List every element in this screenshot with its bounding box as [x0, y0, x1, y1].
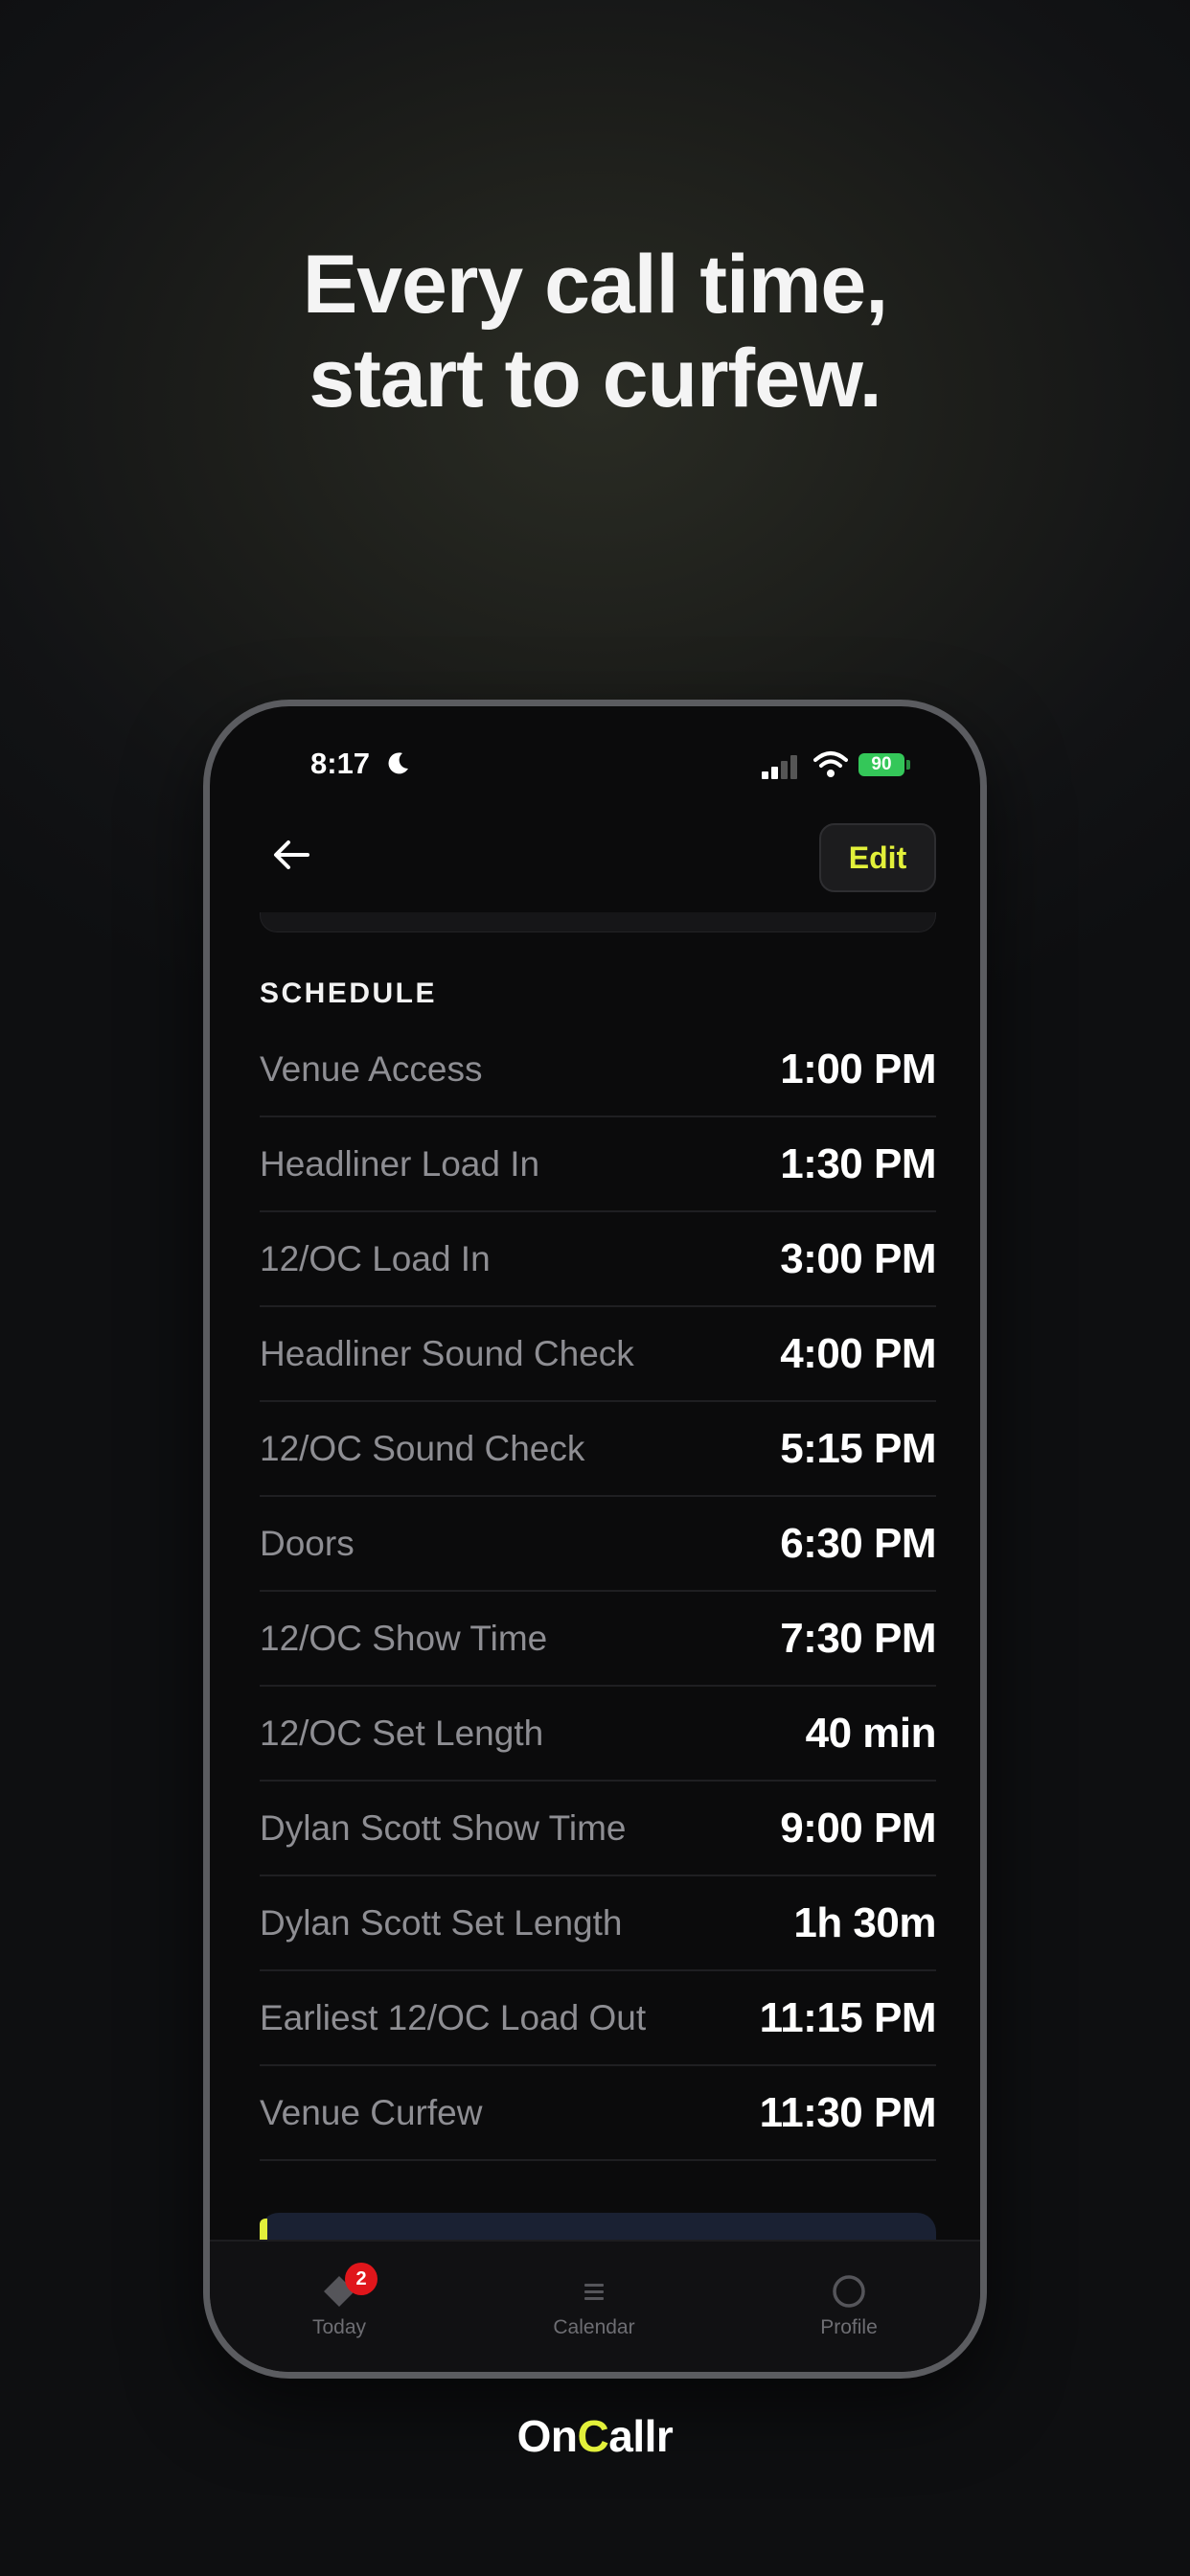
schedule-row: 12/OC Load In 3:00 PM — [260, 1212, 936, 1307]
brand-part-1: On — [516, 2411, 578, 2461]
schedule-row: 12/OC Show Time 7:30 PM — [260, 1592, 936, 1687]
schedule-row: 12/OC Sound Check 5:15 PM — [260, 1402, 936, 1497]
schedule-row: Headliner Sound Check 4:00 PM — [260, 1307, 936, 1402]
tab-profile[interactable]: Profile — [772, 2270, 926, 2339]
schedule-row-time: 11:15 PM — [759, 1993, 937, 2041]
schedule-row-label: Earliest 12/OC Load Out — [260, 1997, 647, 2037]
status-time: 8:17 — [310, 747, 371, 780]
edit-button[interactable]: Edit — [819, 823, 936, 892]
schedule-row-label: Venue Curfew — [260, 2092, 483, 2132]
notification-badge: 2 — [345, 2263, 378, 2295]
schedule-row: 12/OC Set Length 40 min — [260, 1687, 937, 1782]
headline: Every call time, start to curfew. — [0, 238, 1190, 426]
brand-part-3: allr — [608, 2411, 674, 2461]
schedule-row-label: Dylan Scott Set Length — [260, 1902, 623, 1943]
battery-indicator: 90 — [858, 753, 904, 776]
schedule-row: Headliner Load In 1:30 PM — [260, 1117, 936, 1212]
schedule-row-time: 3:00 PM — [780, 1234, 936, 1282]
schedule-row-time: 40 min — [805, 1709, 937, 1757]
tab-bar: 2 Today Calendar Profile — [210, 2240, 980, 2372]
list-icon — [584, 2284, 604, 2300]
schedule-row-time: 1:30 PM — [780, 1139, 936, 1187]
schedule-row-label: Dylan Scott Show Time — [260, 1807, 627, 1848]
schedule-row-time: 6:30 PM — [780, 1519, 936, 1567]
brand-logo: OnCallr — [0, 2410, 1190, 2462]
brand-part-2: C — [577, 2411, 609, 2461]
schedule-row-time: 1h 30m — [793, 1898, 936, 1946]
section-title-schedule: SCHEDULE — [260, 978, 438, 1009]
schedule-row: Venue Curfew 11:30 PM — [260, 2066, 937, 2161]
schedule-row: Dylan Scott Set Length 1h 30m — [260, 1876, 936, 1971]
tab-label-today: Today — [311, 2316, 367, 2338]
schedule-row-time: 11:30 PM — [759, 2088, 937, 2136]
schedule-row-time: 5:15 PM — [780, 1424, 936, 1472]
schedule-row-label: Venue Access — [260, 1048, 483, 1089]
tab-label-profile: Profile — [820, 2316, 878, 2338]
schedule-row-time: 9:00 PM — [780, 1804, 936, 1852]
schedule-row-label: Headliner Sound Check — [260, 1333, 634, 1373]
tab-label-calendar: Calendar — [553, 2316, 635, 2338]
back-arrow-icon[interactable] — [267, 831, 315, 879]
nav-bar: Edit — [210, 812, 980, 898]
schedule-row-time: 4:00 PM — [780, 1329, 936, 1377]
schedule-row-label: Headliner Load In — [260, 1143, 540, 1184]
moon-icon — [388, 752, 408, 774]
tab-calendar-icon-wrap — [517, 2270, 671, 2312]
tab-profile-icon-wrap — [772, 2270, 926, 2312]
wifi-icon — [813, 751, 848, 777]
headline-line-1: Every call time, — [302, 239, 888, 331]
tab-today-icon-wrap: 2 — [263, 2263, 416, 2312]
schedule-row-label: 12/OC Show Time — [260, 1618, 548, 1658]
battery-nub — [906, 760, 910, 770]
info-card-bottom — [260, 912, 936, 932]
schedule-row-label: 12/OC Sound Check — [260, 1428, 585, 1468]
schedule-row-label: Doors — [260, 1523, 355, 1563]
status-bar: 8:17 90 — [210, 706, 980, 802]
phone-frame: 8:17 90 Edit SCHEDULE Venue Access 1:00 … — [203, 700, 987, 2379]
signal-icon — [762, 754, 800, 779]
schedule-row-label: 12/OC Load In — [260, 1238, 491, 1278]
schedule-row: Dylan Scott Show Time 9:00 PM — [260, 1782, 936, 1876]
headline-line-2: start to curfew. — [309, 333, 881, 425]
schedule-list: Venue Access 1:00 PM Headliner Load In 1… — [260, 1023, 937, 2161]
schedule-row-label: 12/OC Set Length — [260, 1713, 544, 1753]
schedule-row: Doors 6:30 PM — [260, 1497, 936, 1592]
schedule-row-time: 1:00 PM — [780, 1045, 936, 1092]
schedule-row: Venue Access 1:00 PM — [260, 1023, 936, 1117]
tab-today[interactable]: 2 Today — [263, 2263, 416, 2339]
tab-calendar[interactable]: Calendar — [517, 2270, 671, 2339]
schedule-row: Earliest 12/OC Load Out 11:15 PM — [260, 1971, 937, 2066]
circle-icon — [833, 2275, 865, 2308]
schedule-row-time: 7:30 PM — [780, 1614, 936, 1662]
